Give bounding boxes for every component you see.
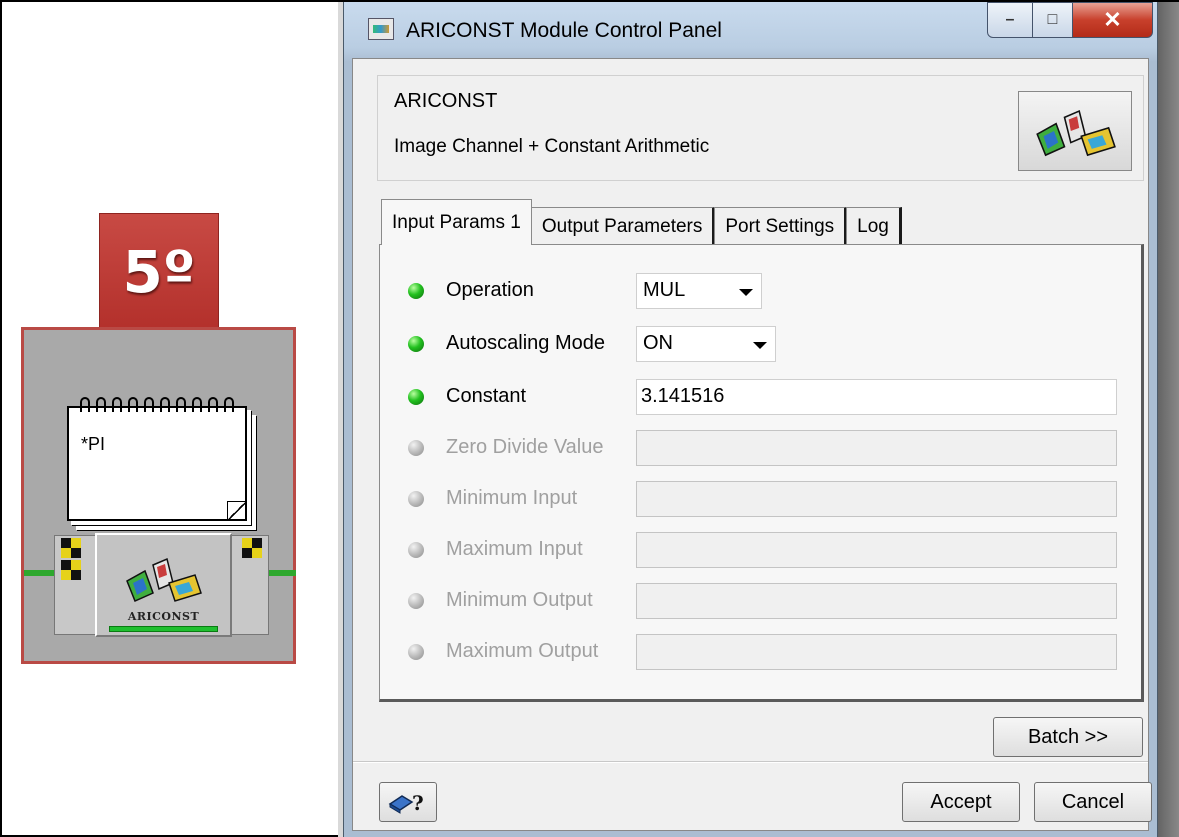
autoscaling-mode-select[interactable]: ON [636,326,776,362]
module-core-button[interactable]: ARICONST [95,533,232,637]
param-row-zero-divide-value: Zero Divide Value [380,430,1141,466]
status-led-icon [408,542,424,558]
chevron-down-icon [753,342,767,349]
minimize-icon: – [1005,11,1015,28]
constant-input[interactable]: 3.141516 [636,379,1117,415]
module-status-bar [109,626,218,632]
window-title: ARICONST Module Control Panel [406,19,722,42]
step-badge-label: 5º [122,238,196,306]
help-button[interactable]: ? [379,782,437,822]
input-wire [24,570,58,576]
accept-button[interactable]: Accept [902,782,1020,822]
param-label: Minimum Input [446,487,578,509]
module-label: ARICONST [127,610,200,623]
param-row-maximum-output: Maximum Output [380,634,1141,670]
param-row-constant: Constant 3.141516 [380,379,1141,415]
maximum-input-field[interactable] [636,532,1117,568]
ariconst-module-icon [126,557,202,603]
status-led-icon [408,644,424,660]
note-label: *PI [81,434,106,454]
param-label: Zero Divide Value [446,436,604,458]
maximize-button[interactable]: □ [1033,2,1073,38]
ariconst-module-icon [1036,109,1116,157]
param-label: Operation [446,279,534,301]
module-block[interactable]: ARICONST [54,533,269,637]
module-name: ARICONST [394,90,498,112]
param-row-minimum-output: Minimum Output [380,583,1141,619]
minimum-input-field[interactable] [636,481,1117,517]
note-card[interactable]: *PI [67,397,247,521]
param-row-autoscaling-mode: Autoscaling Mode ON [380,326,1141,362]
tab-strip: Input Params 1 Output Parameters Port Se… [381,199,902,245]
param-row-maximum-input: Maximum Input [380,532,1141,568]
module-node-frame: *PI ARICONST [21,327,296,664]
step-badge: 5º [99,213,219,331]
maximum-output-field[interactable] [636,634,1117,670]
cancel-button[interactable]: Cancel [1034,782,1152,822]
param-label: Maximum Input [446,538,583,560]
close-icon: ✕ [1103,7,1122,32]
module-icon-button[interactable] [1018,91,1132,171]
minimize-button[interactable]: – [987,2,1033,38]
param-label: Constant [446,385,527,407]
tab-output-parameters[interactable]: Output Parameters [530,207,716,245]
tab-log[interactable]: Log [846,207,902,245]
operation-value: MUL [643,279,686,301]
module-header: ARICONST Image Channel + Constant Arithm… [377,75,1144,181]
status-led-icon [408,440,424,456]
output-port-icon[interactable] [242,538,264,578]
tab-port-settings[interactable]: Port Settings [714,207,848,245]
autoscaling-mode-value: ON [643,332,673,354]
app-icon[interactable] [368,18,394,40]
status-led-icon [408,389,424,405]
window-controls: – □ ✕ [987,2,1153,38]
title-bar[interactable]: ARICONST Module Control Panel – □ ✕ [344,2,1157,58]
help-question-mark: ? [412,791,424,815]
dialog-client-area: ARICONST Image Channel + Constant Arithm… [352,58,1152,831]
module-control-panel-window: ARICONST Module Control Panel – □ ✕ ARIC… [343,2,1158,837]
param-label: Maximum Output [446,640,599,662]
param-row-operation: Operation MUL [380,273,1141,309]
status-led-icon [408,491,424,507]
input-port-icon[interactable] [61,538,83,580]
param-label: Autoscaling Mode [446,332,605,354]
module-description: Image Channel + Constant Arithmetic [394,136,710,157]
spiral-binding-icon [80,397,234,412]
operation-select[interactable]: MUL [636,273,762,309]
chevron-down-icon [739,289,753,296]
input-params-panel: Operation MUL Autoscaling Mode ON Consta… [379,244,1144,702]
help-book-icon: ? [388,791,424,815]
minimum-output-field[interactable] [636,583,1117,619]
page-fold-icon [227,501,245,519]
footer-separator [353,761,1148,763]
param-row-minimum-input: Minimum Input [380,481,1141,517]
status-led-icon [408,283,424,299]
status-led-icon [408,336,424,352]
tab-input-params-1[interactable]: Input Params 1 [381,199,532,245]
close-button[interactable]: ✕ [1073,2,1153,38]
batch-button[interactable]: Batch >> [993,717,1143,757]
status-led-icon [408,593,424,609]
param-label: Minimum Output [446,589,593,611]
zero-divide-value-input[interactable] [636,430,1117,466]
maximize-icon: □ [1047,11,1058,28]
